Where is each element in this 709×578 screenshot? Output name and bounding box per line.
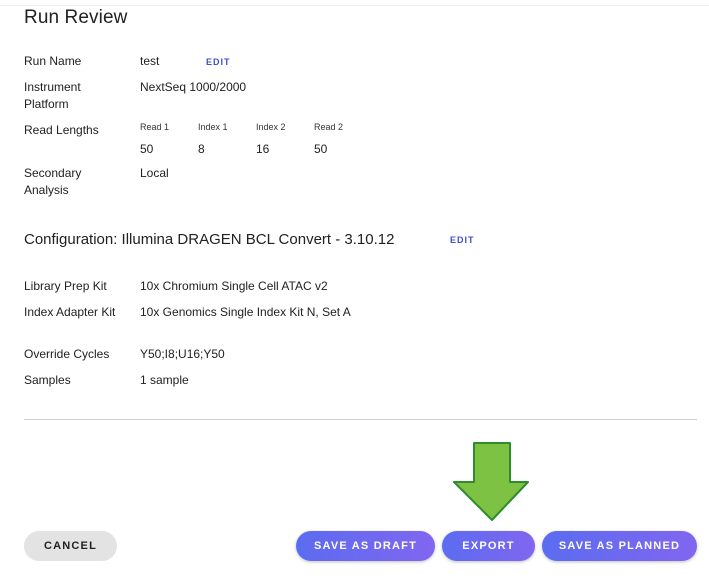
down-arrow-icon [453, 442, 529, 521]
configuration-edit-link[interactable]: EDIT [450, 235, 475, 245]
save-as-draft-button[interactable]: SAVE AS DRAFT [296, 531, 435, 561]
section-divider [24, 419, 697, 420]
run-review-page: Run Review Run Name test EDIT Instrument… [0, 0, 709, 578]
read-1-value: 50 [140, 142, 154, 156]
read-2-header: Read 2 [314, 122, 344, 132]
override-cycles-value: Y50;I8;U16;Y50 [140, 347, 225, 361]
read-2-value: 50 [314, 142, 328, 156]
save-as-planned-button[interactable]: SAVE AS PLANNED [542, 531, 697, 561]
secondary-analysis-label: Secondary Analysis [24, 166, 82, 197]
instrument-platform-label: Instrument Platform [24, 80, 81, 111]
run-name-label: Run Name [24, 54, 82, 68]
read-1-header: Read 1 [140, 122, 170, 132]
secondary-analysis-value: Local [140, 166, 169, 180]
index-1-value: 8 [198, 142, 205, 156]
run-name-value: test [140, 54, 160, 68]
cancel-button[interactable]: CANCEL [24, 531, 117, 561]
page-title: Run Review [24, 7, 128, 28]
down-arrow-shape [453, 442, 529, 521]
read-lengths-label: Read Lengths [24, 123, 99, 137]
index-2-header: Index 2 [256, 122, 286, 132]
index-2-value: 16 [256, 142, 270, 156]
library-prep-kit-value: 10x Chromium Single Cell ATAC v2 [140, 279, 328, 293]
instrument-platform-value: NextSeq 1000/2000 [140, 80, 247, 94]
library-prep-kit-label: Library Prep Kit [24, 279, 107, 293]
top-divider [0, 5, 709, 6]
run-edit-link[interactable]: EDIT [206, 57, 231, 67]
index-adapter-kit-value: 10x Genomics Single Index Kit N, Set A [140, 305, 351, 319]
index-1-header: Index 1 [198, 122, 228, 132]
samples-label: Samples [24, 373, 71, 387]
samples-value: 1 sample [140, 373, 189, 387]
index-adapter-kit-label: Index Adapter Kit [24, 305, 116, 319]
configuration-title: Configuration: Illumina DRAGEN BCL Conve… [24, 231, 395, 248]
export-button[interactable]: EXPORT [442, 531, 535, 561]
override-cycles-label: Override Cycles [24, 347, 110, 361]
